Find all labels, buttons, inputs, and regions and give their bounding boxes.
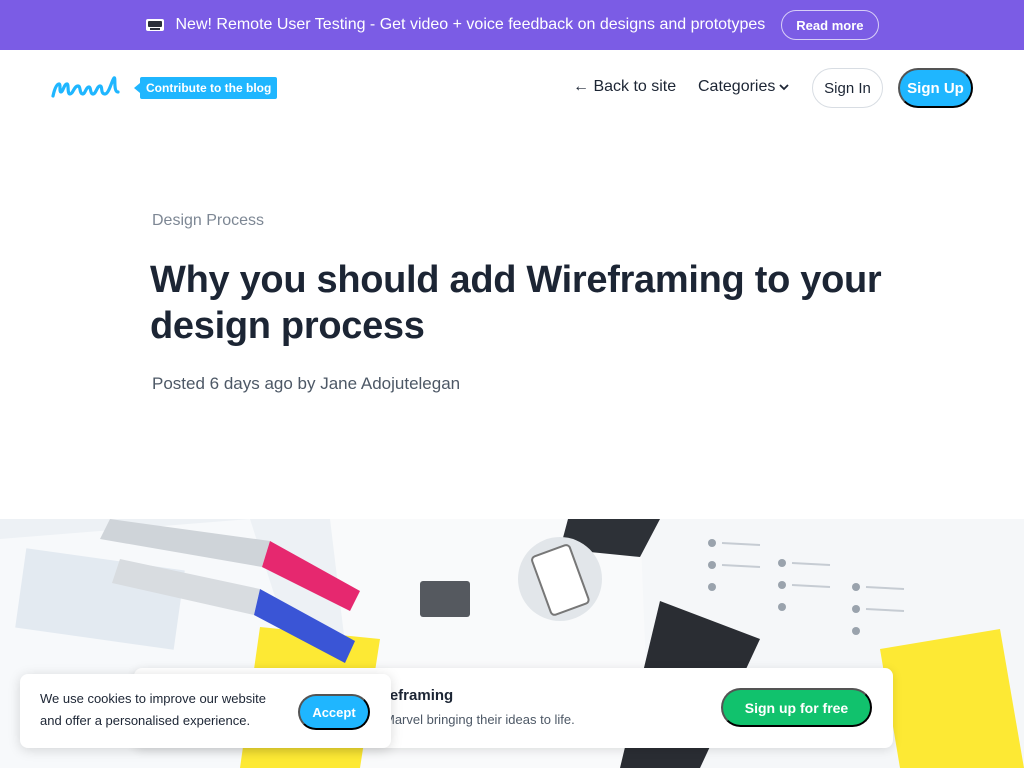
back-to-site-link[interactable]: ← Back to site <box>573 78 676 96</box>
accept-cookies-button[interactable]: Accept <box>298 694 370 730</box>
contribute-badge[interactable]: Contribute to the blog <box>133 77 278 99</box>
cookie-text: We use cookies to improve our website an… <box>40 691 266 728</box>
sign-up-free-button[interactable]: Sign up for free <box>721 688 872 727</box>
categories-dropdown[interactable]: Categories <box>698 78 790 96</box>
chevron-down-icon <box>779 78 790 96</box>
cta-title: reframing <box>384 687 454 704</box>
sign-in-button[interactable]: Sign In <box>812 68 883 108</box>
sign-up-button[interactable]: Sign Up <box>898 68 973 108</box>
article-byline: Posted 6 days ago by Jane Adojutelegan <box>152 374 461 393</box>
announcement-bar: New! Remote User Testing - Get video + v… <box>0 0 1024 50</box>
categories-label: Categories <box>698 78 776 95</box>
site-header: Contribute to the blog ← Back to site Ca… <box>0 50 1024 126</box>
megaphone-icon <box>145 17 165 33</box>
cta-subtitle: Marvel bringing their ideas to life. <box>384 712 575 727</box>
marvel-logo[interactable] <box>50 72 122 104</box>
article-category[interactable]: Design Process <box>152 212 264 230</box>
article-title: Why you should add Wireframing to your d… <box>150 259 882 347</box>
announcement-text: New! Remote User Testing - Get video + v… <box>175 16 766 33</box>
read-more-button[interactable]: Read more <box>781 10 879 40</box>
cookie-banner: We use cookies to improve our website an… <box>20 674 391 748</box>
